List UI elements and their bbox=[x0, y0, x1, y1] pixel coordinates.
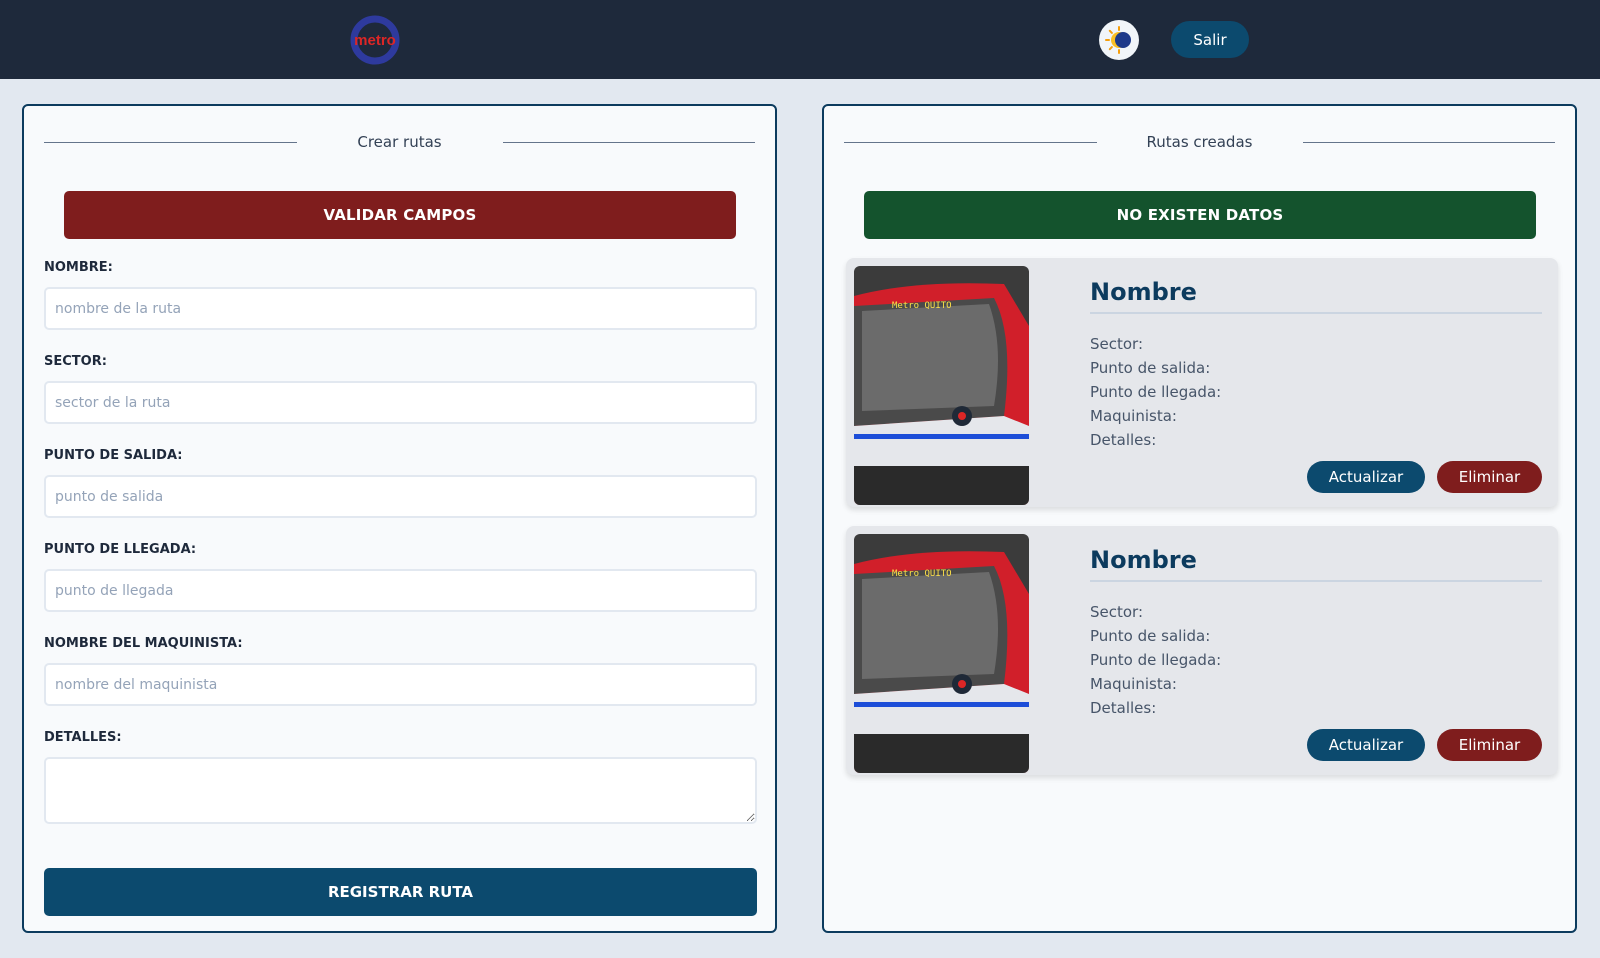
details-field: Detalles: bbox=[1090, 699, 1157, 717]
departure-field: Punto de salida: bbox=[1090, 627, 1211, 645]
driver-field: Maquinista: bbox=[1090, 675, 1177, 693]
routes-list-panel: Rutas creadas NO EXISTEN DATOS Metro QUI… bbox=[822, 104, 1577, 933]
arrival-point-input[interactable] bbox=[44, 569, 757, 612]
legend-divider bbox=[844, 141, 1097, 143]
departure-point-input[interactable] bbox=[44, 475, 757, 518]
route-card: Metro QUITO Nombre Sector: Punto de sali… bbox=[846, 258, 1558, 507]
details-field: Detalles: bbox=[1090, 431, 1157, 449]
driver-label: NOMBRE DEL MAQUINISTA: bbox=[44, 636, 243, 651]
arrival-field: Punto de llegada: bbox=[1090, 651, 1222, 669]
driver-field: Maquinista: bbox=[1090, 407, 1177, 425]
sector-label: SECTOR: bbox=[44, 354, 107, 369]
driver-name-input[interactable] bbox=[44, 663, 757, 706]
route-name-input[interactable] bbox=[44, 287, 757, 330]
legend-divider bbox=[44, 141, 297, 143]
delete-button[interactable]: Eliminar bbox=[1437, 461, 1542, 493]
sector-field: Sector: bbox=[1090, 335, 1144, 353]
update-button[interactable]: Actualizar bbox=[1307, 461, 1425, 493]
sector-input[interactable] bbox=[44, 381, 757, 424]
arrival-label: PUNTO DE LLEGADA: bbox=[44, 542, 197, 557]
departure-field: Punto de salida: bbox=[1090, 359, 1211, 377]
route-name: Nombre bbox=[1090, 278, 1542, 314]
name-label: NOMBRE: bbox=[44, 260, 113, 275]
routes-list-title: Rutas creadas bbox=[1146, 133, 1253, 151]
logout-button[interactable]: Salir bbox=[1171, 21, 1249, 58]
route-fields: Sector: Punto de salida: Punto de llegad… bbox=[1090, 600, 1221, 720]
create-route-panel: Crear rutas VALIDAR CAMPOS NOMBRE: SECTO… bbox=[22, 104, 777, 933]
train-image: Metro QUITO bbox=[854, 534, 1029, 773]
arrival-field: Punto de llegada: bbox=[1090, 383, 1222, 401]
create-route-title: Crear rutas bbox=[357, 133, 442, 151]
route-name: Nombre bbox=[1090, 546, 1542, 582]
route-card: Metro QUITO Nombre Sector: Punto de sali… bbox=[846, 526, 1558, 775]
route-fields: Sector: Punto de salida: Punto de llegad… bbox=[1090, 332, 1221, 452]
svg-text:metro: metro bbox=[354, 32, 396, 49]
svg-text:Metro QUITO: Metro QUITO bbox=[892, 569, 952, 579]
train-image: Metro QUITO bbox=[854, 266, 1029, 505]
details-textarea[interactable] bbox=[44, 757, 757, 824]
delete-button[interactable]: Eliminar bbox=[1437, 729, 1542, 761]
create-route-legend: Crear rutas bbox=[44, 130, 755, 154]
svg-text:Metro QUITO: Metro QUITO bbox=[892, 301, 952, 311]
register-route-button[interactable]: REGISTRAR RUTA bbox=[44, 868, 757, 916]
departure-label: PUNTO DE SALIDA: bbox=[44, 448, 183, 463]
top-navbar: metro Salir bbox=[0, 0, 1600, 79]
routes-list-legend: Rutas creadas bbox=[844, 130, 1555, 154]
update-button[interactable]: Actualizar bbox=[1307, 729, 1425, 761]
no-data-alert: NO EXISTEN DATOS bbox=[864, 191, 1536, 239]
validation-alert: VALIDAR CAMPOS bbox=[64, 191, 736, 239]
sun-moon-icon bbox=[1105, 26, 1131, 54]
legend-divider bbox=[1302, 141, 1555, 143]
details-label: DETALLES: bbox=[44, 730, 122, 745]
theme-toggle-button[interactable] bbox=[1099, 20, 1139, 60]
sector-field: Sector: bbox=[1090, 603, 1144, 621]
legend-divider bbox=[502, 141, 755, 143]
metro-logo[interactable]: metro bbox=[350, 15, 400, 65]
